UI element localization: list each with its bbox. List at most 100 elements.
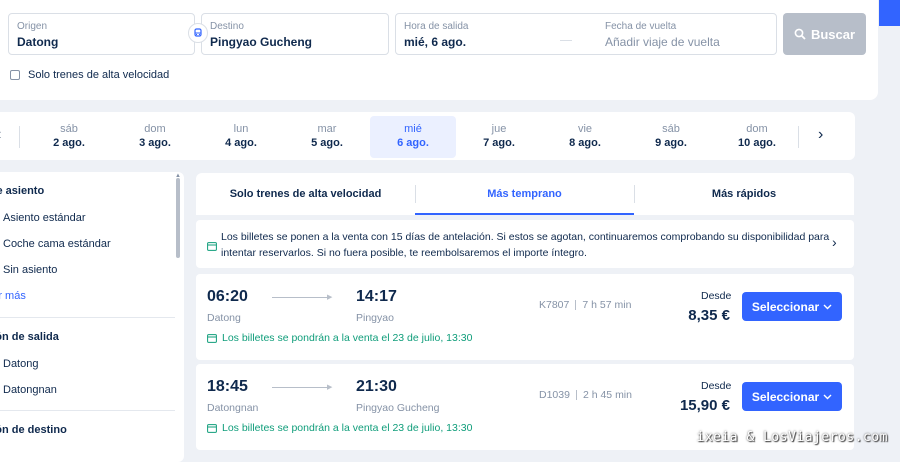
date-option[interactable]: jue 7 ago. <box>456 116 542 158</box>
train-number: D1039 <box>539 389 570 401</box>
date-option[interactable]: mié 6 ago. <box>370 116 456 158</box>
departure-date-label: Hora de salida <box>404 21 469 32</box>
filter-no-seat[interactable]: Sin asiento <box>3 264 57 276</box>
chevron-left-icon[interactable]: ‹ <box>0 126 1 144</box>
date-option[interactable]: lun 4 ago. <box>198 116 284 158</box>
price: 15,90 € <box>679 397 730 414</box>
divider <box>798 126 799 148</box>
departure-station-title: ación de salida <box>0 331 59 343</box>
date-weekday: lun <box>233 123 249 135</box>
date-weekday: sáb <box>662 123 680 135</box>
train-card[interactable]: 06:20 ▶ 14:17 Datong Pingyao K7807 7 h 57 min D… <box>196 274 854 360</box>
train-number: K7807 <box>539 299 570 311</box>
price-prefix: Desde <box>701 380 732 392</box>
departure-station: Datongnan <box>207 402 259 414</box>
sort-tabs: Solo trenes de alta velocidad Más tempra… <box>196 173 854 215</box>
date-option[interactable]: dom 10 ago. <box>714 116 800 158</box>
price-prefix: Desde <box>701 290 732 302</box>
date-weekday: vie <box>577 123 593 135</box>
scrollbar[interactable] <box>176 178 180 258</box>
filter-seat-standard[interactable]: Asiento estándar <box>3 212 86 224</box>
chevron-down-icon <box>823 304 832 309</box>
date-weekday: jue <box>491 123 507 135</box>
arrow-right-icon: ▶ <box>327 294 333 301</box>
date-day: 2 ago. <box>53 137 85 149</box>
calendar-icon <box>207 238 217 256</box>
date-day: 9 ago. <box>655 137 687 149</box>
chevron-right-icon[interactable]: › <box>818 126 834 144</box>
search-icon <box>794 28 806 40</box>
search-button-label: Buscar <box>810 26 856 42</box>
train-duration: 2 h 45 min <box>582 389 632 401</box>
tab-fastest[interactable]: Más rápidos <box>634 173 854 215</box>
date-separator <box>560 40 572 41</box>
route-line <box>272 387 330 388</box>
filter-sleeper[interactable]: Coche cama estándar <box>3 238 111 250</box>
departure-time: 18:45 <box>207 378 248 395</box>
date-option[interactable]: sáb 9 ago. <box>628 116 714 158</box>
checkbox-box[interactable] <box>10 70 20 80</box>
filter-station-datongnan[interactable]: Datongnan <box>3 384 57 396</box>
sale-notice: Los billetes se pondrán a la venta el 23… <box>207 332 472 344</box>
search-button[interactable]: Buscar <box>783 13 866 55</box>
calendar-icon <box>207 424 217 433</box>
date-day: 3 ago. <box>139 137 171 149</box>
select-button[interactable]: Seleccionar <box>742 382 842 411</box>
date-day: 4 ago. <box>225 137 257 149</box>
filters-sidebar: ▲ o de asiento Asiento estándar Coche ca… <box>0 172 184 462</box>
tab-high-speed[interactable]: Solo trenes de alta velocidad <box>196 173 415 215</box>
return-date-label: Fecha de vuelta <box>605 21 677 32</box>
select-button-label: Seleccionar <box>751 389 820 404</box>
side-accent-bar <box>879 0 900 26</box>
show-more-link[interactable]: strar más <box>0 290 26 302</box>
origin-field[interactable]: Origen Datong <box>8 13 195 55</box>
date-option[interactable]: sáb 2 ago. <box>26 116 112 158</box>
divider <box>0 410 175 411</box>
date-field[interactable]: Hora de salida mié, 6 ago. Fecha de vuel… <box>395 13 777 55</box>
swap-icon[interactable] <box>188 23 208 43</box>
active-tab-underline <box>415 213 634 215</box>
arrival-station: Pingyao Gucheng <box>356 402 440 414</box>
date-day: 7 ago. <box>483 137 515 149</box>
train-info: K7807 7 h 57 min <box>539 299 631 311</box>
date-day: 6 ago. <box>397 137 429 149</box>
date-day: 8 ago. <box>569 137 601 149</box>
chevron-down-icon <box>823 394 832 399</box>
arrival-station-title: ación de destino <box>0 424 67 436</box>
arrival-time: 14:17 <box>356 288 397 305</box>
date-option[interactable]: mar 5 ago. <box>284 116 370 158</box>
sale-notice-banner[interactable]: Los billetes se ponen a la venta con 15 … <box>196 220 854 268</box>
divider <box>0 317 175 318</box>
date-weekday: dom <box>144 123 166 135</box>
seat-type-title: o de asiento <box>0 185 45 197</box>
price: 8,35 € <box>688 307 730 324</box>
date-strip: ‹ sáb 2 ago. dom 3 ago. lun 4 ago. mar 5 ago. mi… <box>0 112 855 160</box>
departure-station: Datong <box>207 312 241 324</box>
tab-earliest[interactable]: Más temprano <box>415 173 634 215</box>
watermark: ixeia & LosViajeros.com <box>696 430 888 445</box>
date-weekday: sáb <box>60 123 78 135</box>
return-date-placeholder[interactable]: Añadir viaje de vuelta <box>605 35 720 49</box>
date-day: 10 ago. <box>738 137 776 149</box>
date-day: 5 ago. <box>311 137 343 149</box>
select-button-label: Seleccionar <box>751 299 820 314</box>
chevron-right-icon[interactable]: › <box>832 234 837 250</box>
filter-station-datong[interactable]: Datong <box>3 358 38 370</box>
high-speed-checkbox[interactable]: Solo trenes de alta velocidad <box>10 69 169 81</box>
date-option[interactable]: dom 3 ago. <box>112 116 198 158</box>
origin-label: Origen <box>17 21 48 32</box>
select-button[interactable]: Seleccionar <box>742 292 842 321</box>
origin-value: Datong <box>17 35 59 49</box>
date-option[interactable]: vie 8 ago. <box>542 116 628 158</box>
arrival-time: 21:30 <box>356 378 397 395</box>
departure-date-value: mié, 6 ago. <box>404 35 467 49</box>
destination-field[interactable]: Destino Pingyao Gucheng <box>201 13 389 55</box>
sale-notice-text: Los billetes se pondrán a la venta el 23… <box>222 332 473 344</box>
calendar-icon <box>207 334 217 343</box>
search-panel: Origen Datong Destino Pingyao Gucheng Ho… <box>0 0 878 100</box>
date-weekday: dom <box>746 123 768 135</box>
high-speed-label: Solo trenes de alta velocidad <box>28 69 170 81</box>
notice-text: Los billetes se ponen a la venta con 15 … <box>221 231 830 259</box>
destination-value: Pingyao Gucheng <box>210 35 313 49</box>
arrow-right-icon: ▶ <box>327 384 333 391</box>
